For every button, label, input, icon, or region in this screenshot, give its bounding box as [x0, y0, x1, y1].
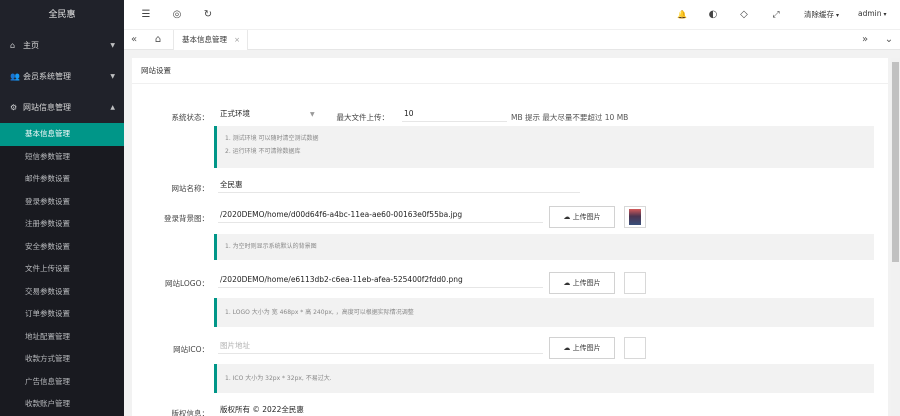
sidebar-item-order[interactable]: 订单参数设置 — [0, 303, 124, 326]
menu-toggle-icon[interactable]: ☰ — [139, 8, 153, 22]
tabs-more-icon[interactable]: ⌄ — [879, 30, 899, 50]
panel-title: 网站设置 — [132, 58, 888, 84]
sidebar-item-trade[interactable]: 交易参数设置 — [0, 281, 124, 304]
user-dropdown[interactable]: admin ▾ — [858, 9, 887, 18]
upload-label: 上传图片 — [572, 213, 601, 221]
bell-icon[interactable]: 🔔 — [675, 8, 689, 22]
status-label: 系统状态： — [171, 113, 210, 122]
ico-hint: 1. ICO 大小为 32px * 32px, 不易过大. — [214, 364, 874, 393]
sidebar-item-email[interactable]: 邮件参数设置 — [0, 168, 124, 191]
scrollbar[interactable] — [891, 58, 900, 416]
globe-icon[interactable]: ◎ — [170, 8, 184, 22]
user-name: admin — [858, 9, 882, 18]
settings-panel: 网站设置 系统状态： 正式环境 ▼ 最大文件上传： 10 MB 提示 最大尽量不… — [132, 58, 888, 416]
status-select[interactable]: 正式环境 — [218, 108, 318, 122]
scrollbar-thumb[interactable] — [892, 62, 899, 262]
max-upload-input[interactable]: 10 — [402, 108, 507, 122]
upload-label: 上传图片 — [572, 344, 601, 352]
sidebar-item-payment-method[interactable]: 收款方式管理 — [0, 348, 124, 371]
login-bg-label: 登录背景图： — [164, 214, 209, 223]
status-hint-line: 1. 测试环境 可以随时清空测试数据 — [225, 135, 319, 142]
tab-bar: « ⌂ 基本信息管理 × » ⌄ — [124, 30, 900, 50]
upload-cloud-icon: ☁ — [563, 213, 571, 221]
sidebar-item-upload[interactable]: 文件上传设置 — [0, 258, 124, 281]
sidebar: 全民惠 ⌂ 主页 ▼ 👥 会员系统管理 ▼ ⚙ 网站信息管理 ▲ 基本信息管理 … — [0, 0, 124, 416]
gear-icon: ⚙ — [10, 103, 18, 112]
copyright-label: 版权信息： — [171, 409, 210, 416]
logo-label: 网站LOGO： — [164, 279, 209, 288]
ico-label: 网站ICO： — [173, 345, 209, 354]
tabs-scroll-left-icon[interactable]: « — [124, 30, 144, 50]
max-upload-note: MB 提示 最大尽量不要超过 10 MB — [511, 113, 629, 122]
sidebar-item-register[interactable]: 注册参数设置 — [0, 213, 124, 236]
ico-preview — [624, 337, 646, 359]
sidebar-item-basic-info[interactable]: 基本信息管理 — [0, 123, 124, 146]
top-header: ☰ ◎ ↻ 🔔 ◐ ◇ ⤢ 清除缓存 ▾ admin ▾ — [124, 0, 900, 30]
caret-down-icon: ▾ — [883, 11, 887, 18]
sidebar-group-site-info[interactable]: ⚙ 网站信息管理 ▲ — [0, 92, 124, 123]
chevron-down-icon: ▼ — [110, 42, 115, 49]
logo-upload-button[interactable]: ☁ 上传图片 — [549, 272, 615, 294]
login-bg-input[interactable]: /2020DEMO/home/d00d64f6-a4bc-11ea-ae60-0… — [218, 209, 543, 223]
theme-icon[interactable]: ◐ — [706, 8, 720, 22]
sidebar-group-members[interactable]: 👥 会员系统管理 ▼ — [0, 61, 124, 92]
sidebar-group-label: 网站信息管理 — [23, 103, 71, 112]
caret-down-icon: ▾ — [836, 12, 840, 19]
sidebar-submenu: 基本信息管理 短信参数管理 邮件参数设置 登录参数设置 注册参数设置 安全参数设… — [0, 123, 124, 416]
refresh-icon[interactable]: ↻ — [201, 8, 215, 22]
sidebar-item-ads[interactable]: 广告信息管理 — [0, 371, 124, 394]
sidebar-item-security[interactable]: 安全参数设置 — [0, 236, 124, 259]
sidebar-group-label: 主页 — [23, 41, 39, 50]
clear-cache-label: 清除缓存 — [804, 10, 834, 19]
sidebar-group-home[interactable]: ⌂ 主页 ▼ — [0, 30, 124, 61]
status-hint: 1. 测试环境 可以随时清空测试数据 2. 运行环境 不可清除数据库 — [214, 126, 874, 168]
logo-hint: 1. LOGO 大小为 宽 468px * 高 240px, ，高度可以根据实际… — [214, 298, 874, 327]
users-icon: 👥 — [10, 72, 20, 81]
tag-icon[interactable]: ◇ — [737, 8, 751, 22]
home-icon: ⌂ — [10, 41, 16, 50]
upload-label: 上传图片 — [572, 279, 601, 287]
site-name-input[interactable]: 全民惠 — [218, 179, 580, 193]
ico-upload-button[interactable]: ☁ 上传图片 — [549, 337, 615, 359]
login-bg-hint: 1. 为空时则显示系统默认的背景图 — [214, 234, 874, 260]
login-bg-upload-button[interactable]: ☁ 上传图片 — [549, 206, 615, 228]
tab-label: 基本信息管理 — [182, 35, 227, 44]
home-tab-icon[interactable]: ⌂ — [148, 30, 168, 50]
chevron-down-icon: ▼ — [110, 73, 115, 80]
site-name-label: 网站名称： — [171, 184, 210, 193]
sidebar-group-label: 会员系统管理 — [23, 72, 71, 81]
sidebar-item-sms[interactable]: 短信参数管理 — [0, 146, 124, 169]
logo-preview — [624, 272, 646, 294]
status-hint-line: 2. 运行环境 不可清除数据库 — [225, 148, 301, 155]
sidebar-item-payee-account[interactable]: 收款账户管理 — [0, 393, 124, 416]
ico-input[interactable]: 图片地址 — [218, 340, 543, 354]
upload-cloud-icon: ☁ — [563, 344, 571, 352]
fullscreen-icon[interactable]: ⤢ — [769, 8, 783, 22]
brand-logo: 全民惠 — [48, 10, 76, 20]
chevron-up-icon: ▲ — [110, 104, 115, 111]
tab-basic-info[interactable]: 基本信息管理 × — [173, 30, 248, 50]
preview-image — [629, 209, 641, 225]
upload-cloud-icon: ☁ — [563, 279, 571, 287]
max-upload-label: 最大文件上传： — [336, 113, 390, 122]
sidebar-item-login[interactable]: 登录参数设置 — [0, 191, 124, 214]
close-icon[interactable]: × — [234, 30, 240, 50]
clear-cache-dropdown[interactable]: 清除缓存 ▾ — [804, 9, 839, 20]
logo-input[interactable]: /2020DEMO/home/e6113db2-c6ea-11eb-afea-5… — [218, 274, 543, 288]
copyright-input[interactable]: 版权所有 © 2022全民惠 — [218, 404, 580, 416]
login-bg-preview — [624, 206, 646, 228]
tabs-scroll-right-icon[interactable]: » — [855, 30, 875, 50]
sidebar-item-address[interactable]: 地址配置管理 — [0, 326, 124, 349]
